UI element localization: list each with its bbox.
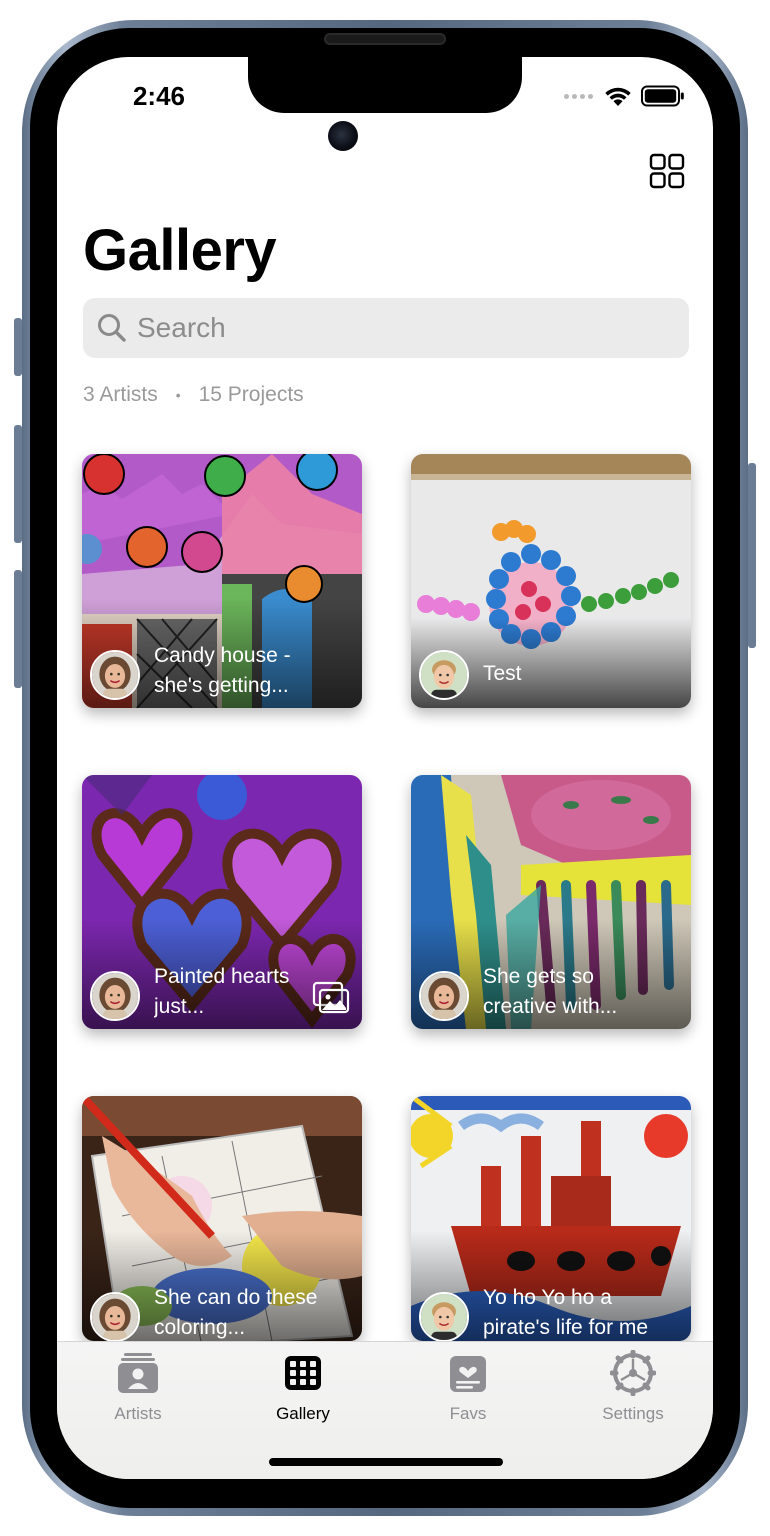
project-card[interactable]: Test xyxy=(411,454,691,708)
cellular-signal-icon xyxy=(564,93,593,99)
battery-icon xyxy=(641,85,684,107)
artist-avatar xyxy=(419,1292,469,1341)
tab-label: Favs xyxy=(449,1404,487,1423)
earpiece-speaker xyxy=(324,33,446,45)
tab-label: Settings xyxy=(602,1404,664,1423)
artists-count: 3 Artists xyxy=(83,383,158,406)
artist-avatar xyxy=(90,971,140,1021)
tab-settings[interactable]: Settings xyxy=(573,1350,693,1424)
artist-avatar xyxy=(419,971,469,1021)
volume-up-button xyxy=(14,425,22,543)
search-icon xyxy=(98,314,126,342)
project-card[interactable]: She can do these coloring... xyxy=(82,1096,362,1341)
notch xyxy=(248,57,522,113)
stats-separator: • xyxy=(175,387,181,403)
screen: 2:46 Gallery 3 Artists • 15 Project xyxy=(57,57,713,1479)
project-caption: Candy house - she's getting... xyxy=(154,644,291,697)
project-caption: Test xyxy=(483,662,522,685)
power-button xyxy=(748,463,756,648)
favs-icon xyxy=(450,1356,486,1392)
tab-gallery[interactable]: Gallery xyxy=(243,1350,363,1424)
project-card[interactable]: Candy house - she's getting... xyxy=(82,454,362,708)
gallery-stats: 3 Artists • 15 Projects xyxy=(83,383,304,407)
multiple-images-icon xyxy=(312,981,350,1014)
project-caption: Painted hearts just... xyxy=(154,965,290,1018)
artists-icon xyxy=(118,1353,158,1393)
grid-layout-icon[interactable] xyxy=(649,153,685,189)
tab-favs[interactable]: Favs xyxy=(408,1350,528,1424)
volume-down-button xyxy=(14,570,22,688)
project-caption: Yo ho Yo ho a pirate's life for me xyxy=(483,1286,649,1339)
project-caption: She gets so creative with... xyxy=(483,965,618,1018)
front-camera xyxy=(328,121,358,151)
gallery-grid-icon xyxy=(285,1356,321,1390)
mute-switch xyxy=(14,318,22,376)
project-card[interactable]: She gets so creative with... xyxy=(411,775,691,1029)
artist-avatar xyxy=(90,650,140,700)
wifi-icon xyxy=(605,87,631,106)
artist-avatar xyxy=(419,650,469,700)
tab-artists[interactable]: Artists xyxy=(78,1350,198,1424)
status-icons xyxy=(564,81,685,111)
home-indicator[interactable] xyxy=(269,1458,503,1466)
artist-avatar xyxy=(90,1292,140,1341)
project-caption: She can do these coloring... xyxy=(154,1286,318,1339)
settings-gear-icon xyxy=(610,1350,656,1396)
project-card[interactable]: Painted hearts just... xyxy=(82,775,362,1029)
page-title: Gallery xyxy=(83,218,277,283)
project-card[interactable]: Yo ho Yo ho a pirate's life for me xyxy=(411,1096,691,1341)
search-input[interactable] xyxy=(137,312,677,344)
tab-label: Artists xyxy=(114,1404,162,1423)
projects-count: 15 Projects xyxy=(198,383,304,406)
status-time: 2:46 xyxy=(132,81,186,111)
tab-label: Gallery xyxy=(276,1404,330,1423)
search-bar[interactable] xyxy=(83,298,689,358)
